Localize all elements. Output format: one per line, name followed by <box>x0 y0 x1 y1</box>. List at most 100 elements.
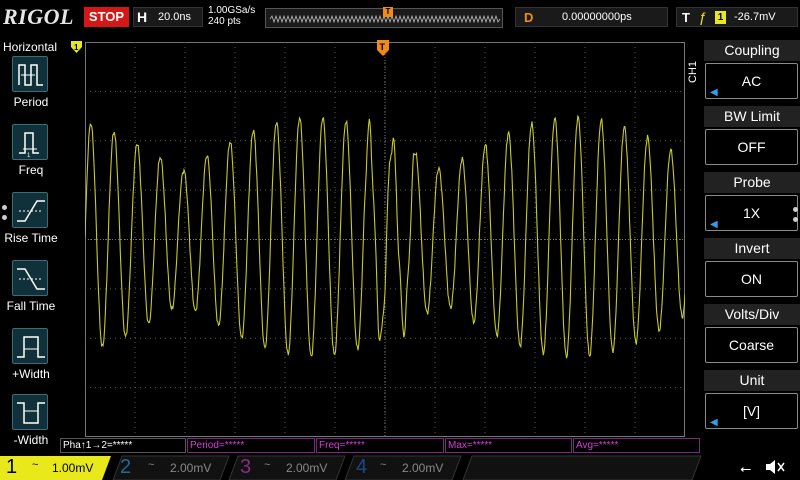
coupling-value: AC <box>741 73 762 89</box>
menu-invert-title: Invert <box>704 238 800 259</box>
delay-value: 0.00000000ps <box>562 11 632 23</box>
measure-fall-time-label: Fall Time <box>6 299 56 313</box>
top-status-bar: RIGOL STOP H 20.0ns 1.00GSa/s 240 pts T … <box>0 0 800 34</box>
freq-icon: 1 <box>12 124 48 160</box>
channel-2-number: 2 <box>120 456 132 478</box>
menu-invert[interactable]: Invert ON <box>704 238 800 300</box>
ac-coupling-icon: ~ <box>380 459 387 471</box>
measure-pos-width-label: +Width <box>12 367 50 381</box>
measure-fall-time-button[interactable]: Fall Time <box>0 260 62 324</box>
measure-phase-result[interactable]: Pha↑1→2=***** <box>60 438 186 453</box>
measure-period-result[interactable]: Period=***** <box>187 438 315 453</box>
menu-bw-limit-value[interactable]: OFF <box>705 129 798 165</box>
measure-freq-label: Freq <box>18 163 44 177</box>
svg-text:1: 1 <box>27 153 31 159</box>
channel-1-tab[interactable]: 1 ~ 1.00mV <box>0 455 112 480</box>
left-arrow-icon: ◀ <box>710 417 718 428</box>
menu-unit[interactable]: Unit ◀ [V] <box>704 370 800 432</box>
menu-probe-value[interactable]: ◀ 1X <box>705 195 798 231</box>
menu-volts-div-title: Volts/Div <box>704 304 800 325</box>
timebase-value: 20.0ns <box>158 11 192 23</box>
channel-4-tab[interactable]: 4 ~ 2.00mV <box>344 455 462 480</box>
ac-coupling-icon: ~ <box>148 459 155 471</box>
probe-value: 1X <box>742 205 761 221</box>
menu-volts-div-value[interactable]: Coarse <box>705 327 798 363</box>
delay-letter: D <box>524 10 534 25</box>
channel-2-tab[interactable]: 2 ~ 2.00mV <box>112 455 230 480</box>
menu-volts-div[interactable]: Volts/Div Coarse <box>704 304 800 366</box>
measure-freq-result[interactable]: Freq=***** <box>316 438 444 453</box>
unit-value: [V] <box>742 403 761 419</box>
channel-1-number: 1 <box>6 456 18 478</box>
measure-period-label: Period <box>13 95 49 109</box>
measure-max-result[interactable]: Max=***** <box>445 438 572 453</box>
left-arrow-icon: ◀ <box>710 87 718 98</box>
right-page-dot <box>793 207 798 212</box>
memory-points: 240 pts <box>208 16 241 27</box>
channel-status-bar: 1 ~ 1.00mV 2 ~ 2.00mV 3 ~ 2.00mV 4 ~ 2.0… <box>0 455 800 480</box>
channel-menu: Coupling ◀ AC BW Limit OFF Probe ◀ 1X In… <box>704 40 800 436</box>
fall-time-icon <box>12 260 48 296</box>
speaker-muted-icon[interactable] <box>764 459 786 475</box>
left-arrow-icon: ◀ <box>710 219 718 230</box>
trigger-level: -26.7mV <box>734 11 776 23</box>
trigger-position-marker[interactable]: T <box>377 40 389 56</box>
delay-display[interactable]: D 0.00000000ps <box>515 7 668 27</box>
horizontal-letter: H <box>137 9 148 25</box>
svg-text:T: T <box>380 42 386 52</box>
channel-3-number: 3 <box>240 456 252 478</box>
menu-invert-value[interactable]: ON <box>705 261 798 297</box>
channel-3-tab[interactable]: 3 ~ 2.00mV <box>228 455 346 480</box>
ac-coupling-icon: ~ <box>32 459 39 471</box>
neg-width-icon <box>12 394 48 430</box>
svg-text:1: 1 <box>74 43 79 52</box>
menu-unit-value[interactable]: ◀ [V] <box>705 393 798 429</box>
menu-coupling-value[interactable]: ◀ AC <box>705 63 798 99</box>
channel-4-scale: 2.00mV <box>402 461 444 475</box>
left-page-dot <box>2 215 7 220</box>
trigger-display[interactable]: T ƒ 1 -26.7mV <box>676 7 798 27</box>
channel-3-scale: 2.00mV <box>286 461 328 475</box>
waveform-display-area[interactable] <box>85 42 685 437</box>
menu-bw-limit-title: BW Limit <box>704 106 800 127</box>
rising-edge-icon: ƒ <box>699 9 707 25</box>
left-page-dot <box>2 205 7 210</box>
measure-pos-width-button[interactable]: +Width <box>0 328 62 392</box>
sample-rate: 1.00GSa/s <box>208 5 256 16</box>
run-stop-indicator[interactable]: STOP <box>84 7 129 27</box>
measure-rise-time-label: Rise Time <box>4 231 58 245</box>
measure-avg-result[interactable]: Avg=***** <box>573 438 700 453</box>
rigol-logo: RIGOL <box>3 4 74 29</box>
measure-period-button[interactable]: Period <box>0 56 62 120</box>
memory-trigger-marker: T <box>383 7 393 17</box>
measure-freq-button[interactable]: 1 Freq <box>0 124 62 188</box>
pos-width-icon <box>12 328 48 364</box>
measurement-results-bar: Pha↑1→2=***** Period=***** Freq=***** Ma… <box>60 438 700 454</box>
menu-probe-title: Probe <box>704 172 800 193</box>
ch1-position-marker[interactable]: 1 <box>71 40 82 53</box>
channel-2-scale: 2.00mV <box>170 461 212 475</box>
menu-probe[interactable]: Probe ◀ 1X <box>704 172 800 234</box>
ac-coupling-icon: ~ <box>264 459 271 471</box>
period-icon <box>12 56 48 92</box>
volts-div-value: Coarse <box>728 337 775 353</box>
bw-limit-value: OFF <box>737 139 766 155</box>
usb-icon: ⭠ <box>740 460 752 476</box>
rise-time-icon <box>12 192 48 228</box>
memory-overview-bar[interactable]: T <box>265 7 503 28</box>
menu-coupling-title: Coupling <box>704 40 800 61</box>
measure-category-title: Horizontal <box>3 40 58 54</box>
horizontal-timebase[interactable]: H 20.0ns <box>133 7 203 27</box>
menu-unit-title: Unit <box>704 370 800 391</box>
measure-rise-time-button[interactable]: Rise Time <box>0 192 62 256</box>
trigger-source-channel: 1 <box>715 11 726 24</box>
menu-coupling[interactable]: Coupling ◀ AC <box>704 40 800 102</box>
channel-4-number: 4 <box>356 456 368 478</box>
right-page-dot <box>793 217 798 222</box>
measure-neg-width-button[interactable]: -Width <box>0 394 62 458</box>
bottom-bar-filler <box>462 455 702 480</box>
invert-value: ON <box>741 271 762 287</box>
measure-neg-width-label: -Width <box>13 433 49 447</box>
menu-bw-limit[interactable]: BW Limit OFF <box>704 106 800 168</box>
menu-channel-tag: CH1 <box>687 60 699 83</box>
